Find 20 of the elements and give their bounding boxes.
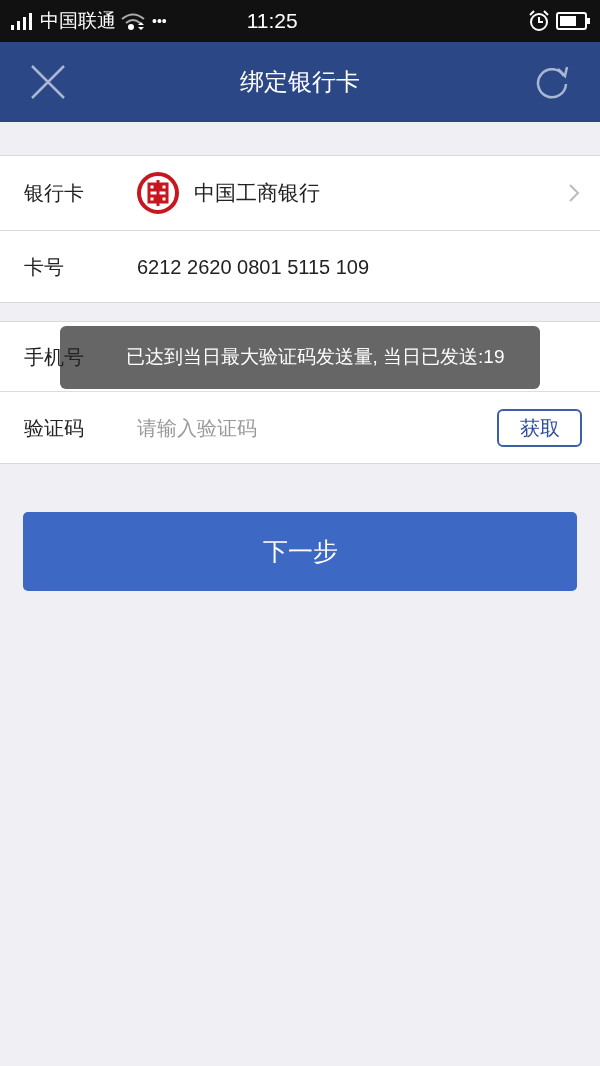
wifi-icon xyxy=(120,11,146,31)
carrier-name: 中国联通 xyxy=(40,8,116,33)
chevron-right-icon xyxy=(568,183,580,203)
field-label: 银行卡 xyxy=(24,181,85,206)
bank-logo-icon xyxy=(136,171,180,215)
card-number: 6212 2620 0801 5115 109 xyxy=(137,254,370,280)
signal-icon xyxy=(10,12,34,30)
close-icon xyxy=(30,64,66,100)
refresh-icon xyxy=(534,64,570,100)
next-step-button[interactable]: 下一步 xyxy=(23,512,577,591)
bank-name: 中国工商银行 xyxy=(194,180,321,207)
field-label: 验证码 xyxy=(24,415,85,441)
get-code-button[interactable]: 获取 xyxy=(497,408,582,447)
page-title: 绑定银行卡 xyxy=(240,67,360,97)
field-label: 卡号 xyxy=(24,254,65,280)
clock-time: 11:25 xyxy=(246,8,298,35)
battery-icon xyxy=(556,12,590,30)
alarm-icon xyxy=(528,10,550,32)
code-input-field[interactable]: 请输入验证码 xyxy=(137,412,497,443)
more-dots: ••• xyxy=(152,11,167,31)
